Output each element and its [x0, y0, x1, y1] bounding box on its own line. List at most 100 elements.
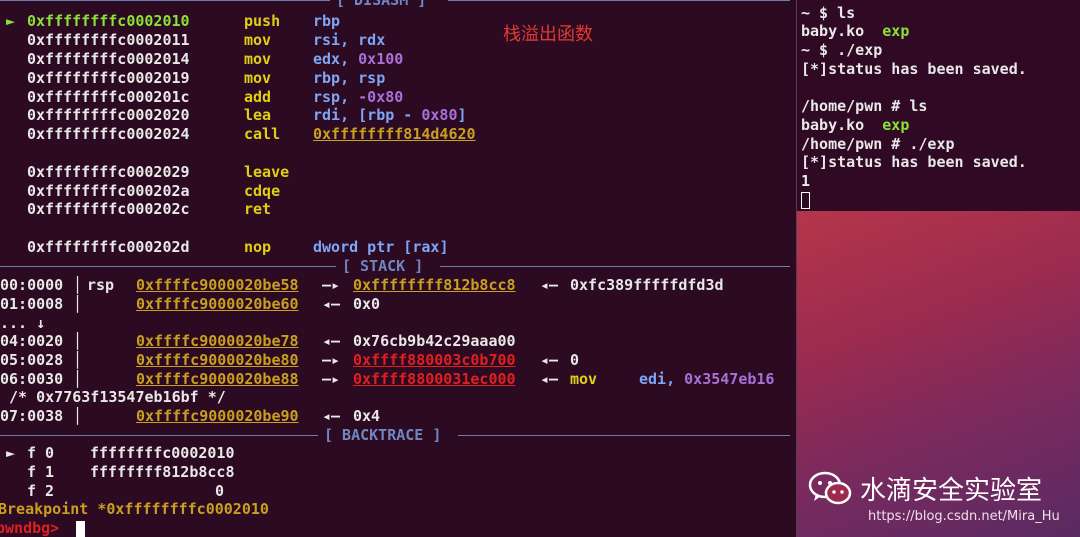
stack-offset: 05:0028	[0, 351, 64, 369]
instruction-address: 0xffffffffc0002019	[27, 69, 190, 87]
frame-label: f 2	[27, 482, 55, 500]
stack-row[interactable]: 06:0030 │ 0xffffc9000020be88 —▸ 0xffff88…	[0, 370, 774, 389]
stack-address-link[interactable]: 0xffffc9000020be80	[136, 351, 299, 370]
stack-offset: 00:0000	[0, 276, 64, 294]
frame-address: 0	[215, 482, 225, 500]
current-frame-arrow: ►	[6, 444, 16, 462]
stack-row: /* 0x7763f13547eb16bf */	[0, 388, 226, 407]
disasm-line[interactable]: 0xffffffffc000202d nop dword ptr [rax]	[0, 238, 448, 257]
current-instruction-arrow: ►	[6, 12, 16, 30]
instruction-operand: rsp, -0x80	[313, 88, 404, 106]
disasm-line[interactable]: 0xffffffffc0002014 mov edx, 0x100	[0, 50, 403, 69]
terminal-cursor[interactable]	[76, 520, 85, 537]
frame-label: f 0	[27, 444, 55, 462]
stack-value: 0xfc389fffffdfd3d	[570, 276, 724, 294]
instruction-mnemonic: cdqe	[244, 182, 281, 200]
shell-line: [*]status has been saved.	[801, 60, 1027, 78]
watermark-url: https://blog.csdn.net/Mira_Hu	[868, 509, 1060, 524]
value-arrow: ◂—	[322, 295, 341, 313]
instruction-operand: rbp, rsp	[313, 69, 386, 87]
instruction-address: 0xffffffffc000202d	[27, 238, 190, 256]
disasm-line[interactable]: 0xffffffffc0002020 lea rdi, [rbp - 0x80]	[0, 106, 467, 125]
disasm-line[interactable]: 0xffffffffc000202c ret	[0, 200, 271, 219]
watermark: 水滴安全实验室	[808, 470, 1042, 507]
backtrace-frame[interactable]: f 2 0	[0, 482, 224, 501]
instruction-mnemonic: leave	[244, 163, 290, 181]
stack-pointer-link[interactable]: 0xffff8800031ec000	[353, 370, 516, 389]
shell-line: [*]status has been saved.	[801, 153, 1027, 171]
shell-line: /home/pwn # ls	[801, 97, 928, 115]
instruction-operand: rdi, [rbp - 0x80]	[313, 106, 467, 124]
stack-address-link[interactable]: 0xffffc9000020be88	[136, 370, 299, 389]
instruction-mnemonic: nop	[244, 238, 272, 256]
stack-address-link[interactable]: 0xffffc9000020be90	[136, 407, 299, 426]
disasm-line[interactable]: 0xffffffffc0002011 mov rsi, rdx	[0, 31, 385, 50]
instruction-mnemonic: lea	[244, 106, 272, 124]
instruction-address: 0xffffffffc0002020	[27, 106, 190, 124]
stack-pointer-link[interactable]: 0xffffffff812b8cc8	[353, 276, 516, 295]
stack-ellipsis: ... ↓	[0, 314, 46, 332]
stack-row[interactable]: 01:0008 │ 0xffffc9000020be60 ◂— 0x0	[0, 295, 380, 314]
instruction-operand: dword ptr [rax]	[313, 238, 449, 256]
breakpoint-text: Breakpoint *0xffffffffc0002010	[0, 500, 269, 518]
stack-value: 0x76cb9b42c29aaa00	[353, 332, 516, 350]
backtrace-frame[interactable]: f 1 ffffffff812b8cc8	[0, 463, 235, 482]
instruction-address: 0xffffffffc0002011	[27, 31, 190, 49]
stack-register: rsp	[87, 276, 115, 294]
disasm-line[interactable]: 0xffffffffc0002019 mov rbp, rsp	[0, 69, 385, 88]
stack-row[interactable]: 00:0000 │ rsp 0xffffc9000020be58 —▸ 0xff…	[0, 276, 724, 295]
annotation-note: 栈溢出函数	[503, 24, 593, 45]
value-arrow: ◂—	[540, 276, 559, 294]
stack-value: 0x0	[353, 295, 381, 313]
instruction-address: 0xffffffffc000202a	[27, 182, 190, 200]
instruction-mnemonic: mov	[244, 69, 272, 87]
value-arrow: ◂—	[322, 407, 341, 425]
stack-address-link[interactable]: 0xffffc9000020be58	[136, 276, 299, 295]
disasm-title: [ DISASM ]	[336, 0, 427, 9]
stack-pointer-link[interactable]: 0xffff880003c0b700	[353, 351, 516, 370]
shell-line: ~ $ ./exp	[801, 41, 883, 59]
instruction-mnemonic: add	[244, 88, 272, 106]
shell-line: /home/pwn # ./exp	[801, 135, 955, 153]
value-arrow: ◂—	[322, 332, 341, 350]
stack-address-link[interactable]: 0xffffc9000020be78	[136, 332, 299, 351]
call-target-link[interactable]: 0xffffffff814d4620	[313, 125, 476, 144]
backtrace-frame[interactable]: ► f 0 ffffffffc0002010	[0, 444, 235, 463]
instruction-address: 0xffffffffc000202c	[27, 200, 190, 218]
breakpoint-status: Breakpoint *0xffffffffc0002010	[0, 500, 269, 519]
disasm-line[interactable]: 0xffffffffc0002024 call 0xffffffff814d46…	[0, 125, 476, 144]
stack-row: ... ↓	[0, 314, 45, 333]
shell-line: baby.ko exp	[801, 22, 910, 40]
instruction-operand: edi, 0x3547eb16	[639, 370, 775, 388]
disasm-line[interactable]: ► 0xffffffffc0002010 push rbp	[0, 12, 340, 31]
wechat-icon	[808, 471, 852, 504]
instruction-address: 0xffffffffc0002029	[27, 163, 190, 181]
stack-row[interactable]: 04:0020 │ 0xffffc9000020be78 ◂— 0x76cb9b…	[0, 332, 516, 351]
frame-address: ffffffffc0002010	[90, 444, 235, 462]
instruction-mnemonic: mov	[244, 50, 272, 68]
stack-address-link[interactable]: 0xffffc9000020be60	[136, 295, 299, 314]
instruction-mnemonic: call	[244, 125, 281, 143]
instruction-address: 0xffffffffc000201c	[27, 88, 190, 106]
stack-value: 0	[570, 351, 580, 369]
instruction-mnemonic: ret	[244, 200, 272, 218]
stack-row[interactable]: 07:0038 │ 0xffffc9000020be90 ◂— 0x4	[0, 407, 380, 426]
shell-line: baby.ko exp	[801, 116, 910, 134]
stack-row[interactable]: 05:0028 │ 0xffffc9000020be80 —▸ 0xffff88…	[0, 351, 579, 370]
instruction-address: 0xffffffffc0002024	[27, 125, 190, 143]
instruction-address: 0xffffffffc0002010	[27, 12, 190, 30]
stack-offset: 06:0030	[0, 370, 64, 388]
shell-cursor[interactable]	[801, 191, 810, 210]
stack-offset: 04:0020	[0, 332, 64, 350]
pwndbg-prompt-line[interactable]: pwndbg>	[0, 519, 85, 537]
stack-separator: [ STACK ]	[0, 257, 790, 276]
shell-terminal[interactable]: ~ $ ls baby.ko exp ~ $ ./exp [*]status h…	[797, 0, 1080, 211]
disasm-line[interactable]: 0xffffffffc0002029 leave	[0, 163, 289, 182]
instruction-mnemonic: push	[244, 12, 281, 30]
stack-comment: /* 0x7763f13547eb16bf */	[0, 388, 226, 406]
disasm-line[interactable]: 0xffffffffc000202a cdqe	[0, 182, 280, 201]
instruction-operand: rsi, rdx	[313, 31, 386, 49]
instruction-operand: edx, 0x100	[313, 50, 404, 68]
pwndbg-terminal[interactable]: [ DISASM ] 栈溢出函数 ► 0xffffffffc0002010 pu…	[0, 0, 797, 537]
disasm-line[interactable]: 0xffffffffc000201c add rsp, -0x80	[0, 88, 403, 107]
